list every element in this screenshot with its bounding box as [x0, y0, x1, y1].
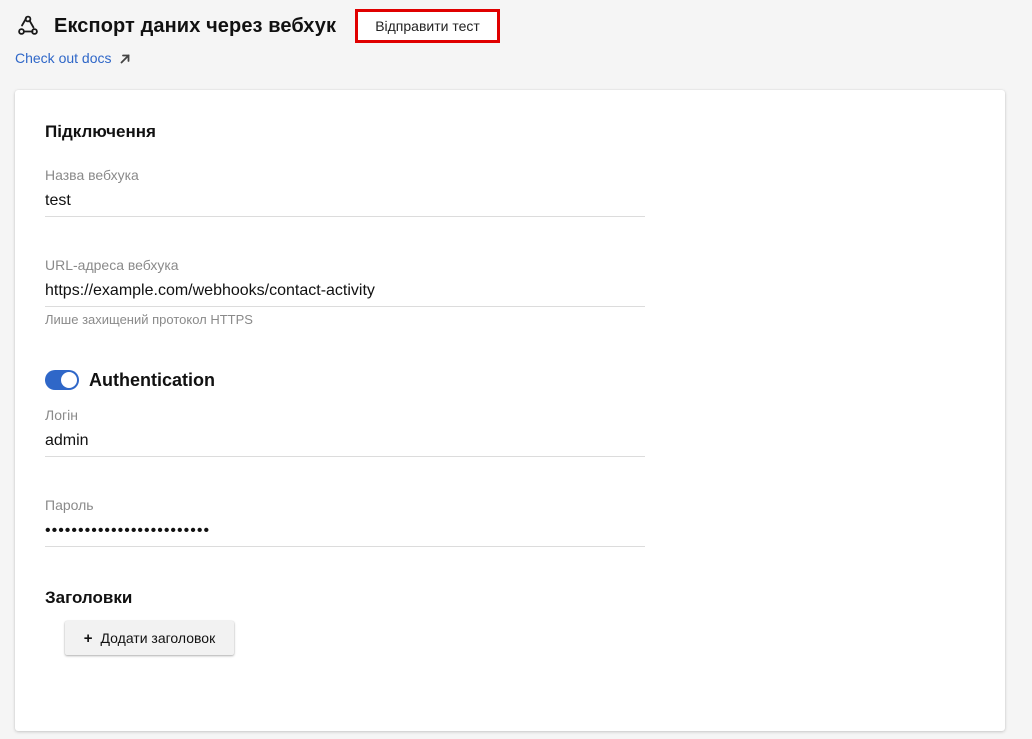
- send-test-button[interactable]: Відправити тест: [355, 9, 500, 43]
- connection-section-title: Підключення: [45, 122, 156, 141]
- headers-section-title: Заголовки: [45, 588, 133, 607]
- webhook-name-label: Назва вебхука: [45, 167, 139, 183]
- add-header-button[interactable]: + Додати заголовок: [65, 621, 234, 655]
- webhook-url-label: URL-адреса вебхука: [45, 257, 179, 273]
- webhook-name-field: Назва вебхука: [45, 167, 645, 217]
- docs-link[interactable]: Check out docs: [15, 50, 131, 66]
- page-header: Експорт даних через вебхук: [16, 10, 336, 42]
- password-label: Пароль: [45, 497, 94, 513]
- plus-icon: +: [83, 629, 93, 647]
- webhook-name-input[interactable]: [45, 185, 645, 217]
- webhook-url-input[interactable]: [45, 275, 645, 307]
- login-label: Логін: [45, 407, 78, 423]
- webhook-url-helper: Лише захищений протокол HTTPS: [45, 312, 253, 327]
- webhook-export-page: Експорт даних через вебхук Відправити те…: [0, 0, 1032, 739]
- external-arrow-icon: [119, 52, 131, 64]
- webhook-icon: [16, 14, 40, 38]
- login-input[interactable]: [45, 425, 645, 457]
- login-field: Логін: [45, 407, 645, 457]
- page-title: Експорт даних через вебхук: [54, 14, 337, 37]
- authentication-row: Authentication: [45, 368, 215, 392]
- authentication-label: Authentication: [89, 369, 215, 390]
- add-header-label: Додати заголовок: [100, 630, 216, 646]
- password-field: Пароль: [45, 497, 645, 547]
- webhook-url-field: URL-адреса вебхука Лише захищений проток…: [45, 257, 645, 327]
- toggle-knob: [61, 372, 77, 388]
- authentication-toggle[interactable]: [45, 370, 79, 390]
- settings-card: Підключення Назва вебхука URL-адреса веб…: [15, 90, 1005, 731]
- password-input[interactable]: [45, 515, 645, 547]
- docs-link-label: Check out docs: [15, 50, 112, 66]
